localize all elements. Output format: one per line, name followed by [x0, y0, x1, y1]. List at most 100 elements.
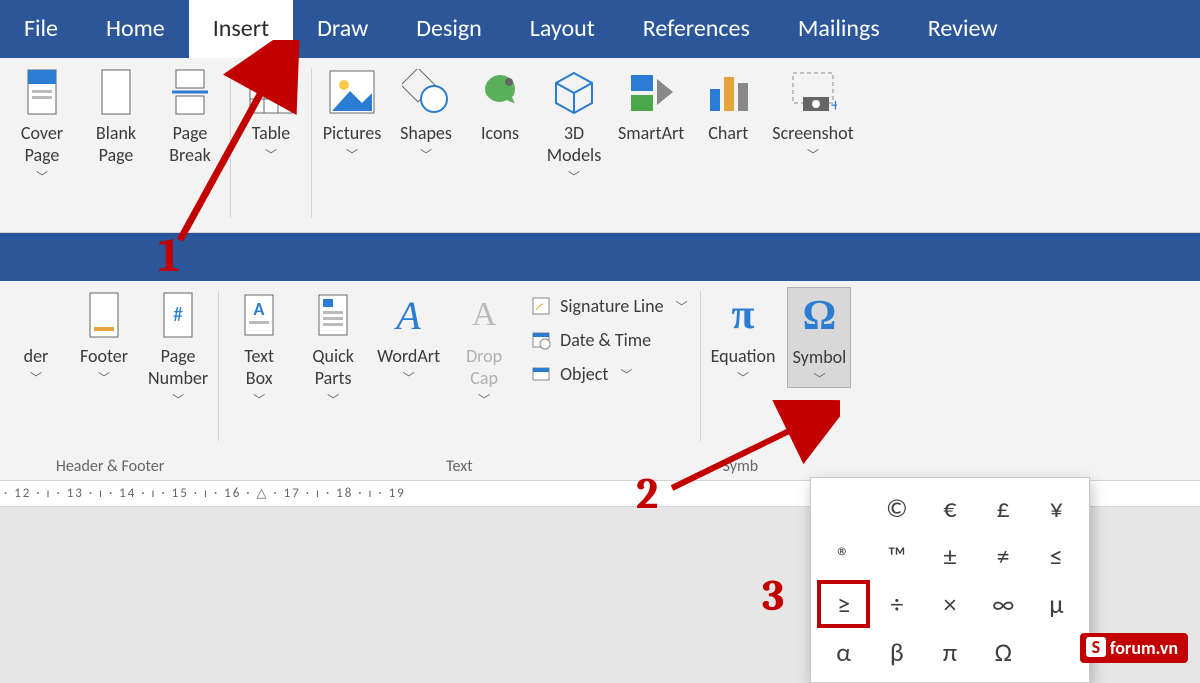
symbol-cell[interactable]: © [870, 484, 923, 532]
symbol-button[interactable]: Ω Symbol ﹀ [787, 287, 851, 388]
object-icon [530, 363, 552, 385]
symbol-cell[interactable]: ≠ [977, 532, 1030, 580]
tab-references[interactable]: References [619, 0, 774, 58]
drop-cap-button[interactable]: A Drop Cap ﹀ [452, 287, 516, 408]
symbol-cell[interactable]: £ [977, 484, 1030, 532]
page-break-button[interactable]: Page Break [158, 64, 222, 166]
tab-mailings[interactable]: Mailings [774, 0, 904, 58]
tab-insert[interactable]: Insert [189, 0, 293, 58]
screenshot-icon: + [789, 68, 837, 116]
symbol-cell[interactable]: ≤ [1030, 532, 1083, 580]
group-header-footer: der ﹀ Footer ﹀ # Page Number ﹀ Header & … [4, 287, 216, 480]
footer-label: Footer [80, 345, 128, 367]
chevron-down-icon: ﹀ [98, 369, 110, 386]
text-box-label: Text Box [244, 345, 274, 389]
symbol-cell[interactable]: ∞ [977, 580, 1030, 628]
svg-text:#: # [173, 303, 183, 327]
symbol-cell[interactable]: β [870, 628, 923, 676]
footer-button[interactable]: Footer ﹀ [72, 287, 136, 386]
chevron-down-icon: ﹀ [403, 369, 415, 386]
table-label: Table [252, 122, 291, 144]
symbol-cell[interactable]: α [817, 628, 870, 676]
symbol-cell[interactable]: µ [1030, 580, 1083, 628]
chevron-down-icon: ﹀ [36, 168, 48, 185]
header-button[interactable]: der ﹀ [10, 287, 62, 386]
symbol-cell[interactable]: × [923, 580, 976, 628]
3d-models-button[interactable]: 3D Models ﹀ [542, 64, 606, 185]
equation-button[interactable]: π Equation ﹀ [709, 287, 778, 386]
blank-page-button[interactable]: Blank Page [84, 64, 148, 166]
date-time-button[interactable]: Date & Time [526, 327, 691, 353]
symbol-cell[interactable]: € [923, 484, 976, 532]
symbol-icon: Ω [795, 292, 843, 340]
group-pages: Cover Page ﹀ Blank Page Page Break [4, 64, 228, 232]
svg-text:+: + [831, 94, 837, 115]
icons-button[interactable]: Icons [468, 64, 532, 144]
smartart-icon [627, 68, 675, 116]
svg-text:A: A [254, 298, 265, 320]
blue-divider [0, 233, 1200, 281]
signature-line-label: Signature Line [560, 295, 663, 317]
separator [700, 291, 701, 441]
symbol-cell[interactable]: π [923, 628, 976, 676]
tab-draw[interactable]: Draw [293, 0, 392, 58]
cover-page-icon [18, 68, 66, 116]
smartart-label: SmartArt [618, 122, 684, 144]
chevron-down-icon: ﹀ [265, 146, 277, 163]
page-number-label: Page Number [148, 345, 208, 389]
chevron-down-icon: ﹀ [172, 391, 184, 408]
object-button[interactable]: Object ﹀ [526, 361, 691, 387]
cover-page-button[interactable]: Cover Page ﹀ [10, 64, 74, 185]
table-icon [247, 68, 295, 116]
shapes-button[interactable]: Shapes ﹀ [394, 64, 458, 163]
signature-line-icon [530, 295, 552, 317]
icons-label: Icons [481, 122, 519, 144]
tab-home[interactable]: Home [82, 0, 189, 58]
group-label-header-footer: Header & Footer [4, 457, 216, 476]
quick-parts-button[interactable]: Quick Parts ﹀ [301, 287, 365, 408]
group-label-symbols: Symb [703, 457, 858, 476]
separator [218, 291, 219, 441]
wordart-button[interactable]: A WordArt ﹀ [375, 287, 442, 386]
quick-parts-icon [309, 291, 357, 339]
smartart-button[interactable]: SmartArt [616, 64, 686, 144]
screenshot-button[interactable]: + Screenshot ﹀ [770, 64, 855, 163]
chevron-down-icon: ﹀ [420, 146, 432, 163]
symbol-cell[interactable]: ¥ [1030, 484, 1083, 532]
blank-page-label: Blank Page [96, 122, 136, 166]
icons-icon [476, 68, 524, 116]
group-text: A Text Box ﹀ Quick Parts ﹀ A WordArt ﹀ [221, 287, 697, 480]
tab-review[interactable]: Review [904, 0, 1022, 58]
symbol-cell[interactable]: ÷ [870, 580, 923, 628]
signature-line-button[interactable]: Signature Line ﹀ [526, 293, 691, 319]
3d-models-icon [550, 68, 598, 116]
symbol-cell[interactable]: ™ [870, 532, 923, 580]
symbol-cell[interactable]: ± [923, 532, 976, 580]
group-label-text: Text [221, 457, 697, 476]
chart-button[interactable]: Chart [696, 64, 760, 144]
symbol-label: Symbol [793, 346, 847, 368]
ribbon-tab-bar: File Home Insert Draw Design Layout Refe… [0, 0, 1200, 58]
text-group-small-col: Signature Line ﹀ Date & Time Object ﹀ [526, 287, 691, 387]
table-button[interactable]: Table ﹀ [239, 64, 303, 163]
page-number-button[interactable]: # Page Number ﹀ [146, 287, 210, 408]
annotation-1: 1 [158, 228, 180, 283]
object-label: Object [560, 363, 608, 385]
wordart-icon: A [385, 291, 433, 339]
header-label: der [24, 345, 49, 367]
tab-file[interactable]: File [0, 0, 82, 58]
chevron-down-icon: ﹀ [478, 391, 490, 408]
symbol-cell[interactable]: ® [817, 532, 870, 580]
symbol-cell-greater-equal[interactable]: ≥ [817, 580, 870, 628]
ribbon-insert-bottom: der ﹀ Footer ﹀ # Page Number ﹀ Header & … [0, 281, 1200, 481]
group-tables: Table ﹀ [233, 64, 309, 232]
watermark-badge: forum.vn [1080, 633, 1188, 663]
text-box-button[interactable]: A Text Box ﹀ [227, 287, 291, 408]
tab-design[interactable]: Design [392, 0, 506, 58]
tab-layout[interactable]: Layout [506, 0, 619, 58]
equation-icon: π [719, 291, 767, 339]
symbol-cell[interactable]: Ω [977, 628, 1030, 676]
pictures-button[interactable]: Pictures ﹀ [320, 64, 384, 163]
group-symbols: π Equation ﹀ Ω Symbol ﹀ Symb [703, 287, 858, 480]
chevron-down-icon: ﹀ [813, 370, 825, 387]
